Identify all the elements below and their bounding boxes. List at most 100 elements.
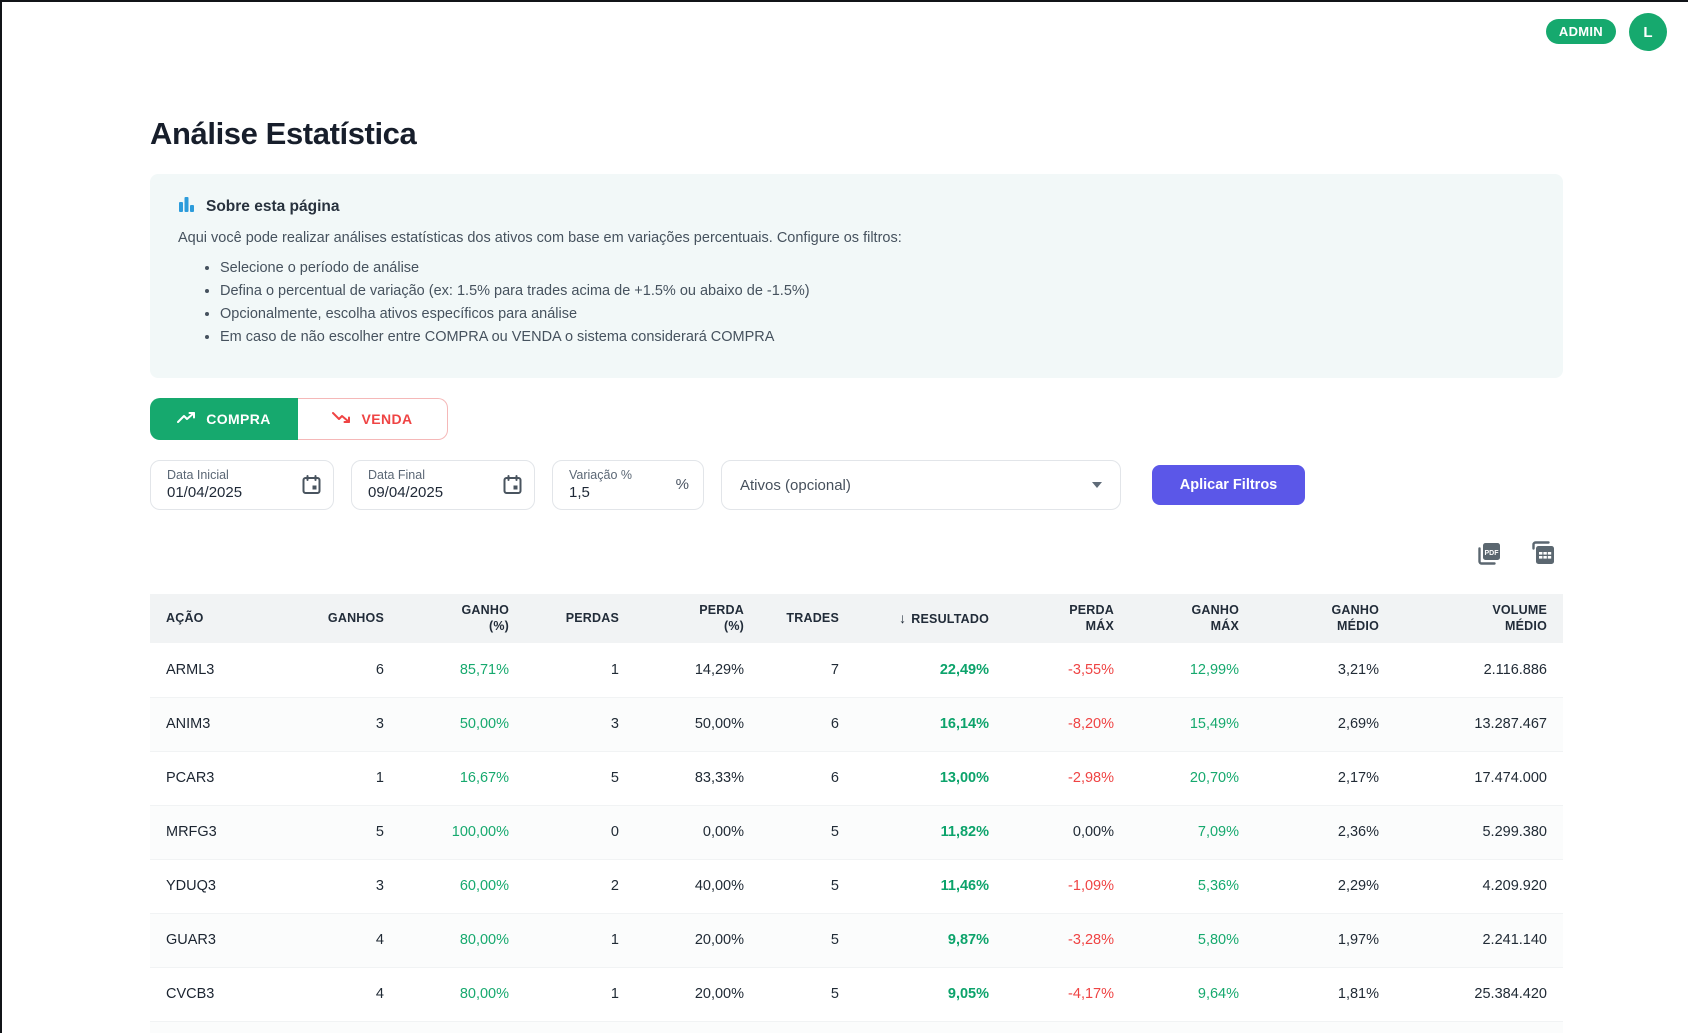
export-spreadsheet-icon (1529, 556, 1557, 571)
cell-acao: GUAR3 (150, 913, 280, 967)
cell-ganho_pct: 80,00% (400, 913, 525, 967)
export-spreadsheet-button[interactable] (1529, 540, 1557, 568)
cell-volume_medio: 25.384.420 (1395, 967, 1563, 1021)
cell-perda_pct: 50,00% (635, 697, 760, 751)
cell-ganho_max: 5,36% (1130, 859, 1255, 913)
cell-acao: RAPT4 (150, 1021, 280, 1033)
column-header-perda_pct[interactable]: PERDA(%) (635, 594, 760, 643)
cell-ganho_medio: 2,36% (1255, 805, 1395, 859)
cell-resultado: 11,82% (855, 805, 1005, 859)
cell-ganho_max: 5,80% (1130, 913, 1255, 967)
cell-perda_max: -2,98% (1005, 751, 1130, 805)
cell-resultado: 22,49% (855, 643, 1005, 697)
cell-ganho_pct: 85,71% (400, 643, 525, 697)
assets-select[interactable]: Ativos (opcional) (721, 460, 1121, 510)
export-toolbar: PDF (150, 540, 1563, 568)
cell-perda_pct: 83,33% (635, 751, 760, 805)
cell-ganho_max: 20,70% (1130, 751, 1255, 805)
trend-down-icon (332, 411, 351, 427)
calendar-icon[interactable] (302, 475, 321, 500)
cell-trades: 5 (760, 1021, 855, 1033)
table-body: ARML3685,71%114,29%722,49%-3,55%12,99%3,… (150, 643, 1563, 1033)
start-date-label: Data Inicial (167, 468, 319, 482)
table-row[interactable]: YDUQ3360,00%240,00%511,46%-1,09%5,36%2,2… (150, 859, 1563, 913)
cell-acao: CVCB3 (150, 967, 280, 1021)
venda-button[interactable]: VENDA (298, 398, 448, 440)
cell-perdas: 1 (525, 967, 635, 1021)
column-header-ganho_medio[interactable]: GANHOMÉDIO (1255, 594, 1395, 643)
table-row[interactable]: CVCB3480,00%120,00%59,05%-4,17%9,64%1,81… (150, 967, 1563, 1021)
cell-volume_medio: 2.241.140 (1395, 913, 1563, 967)
about-bullet: Defina o percentual de variação (ex: 1.5… (220, 283, 1535, 299)
column-header-ganhos[interactable]: GANHOS (280, 594, 400, 643)
percent-suffix: % (676, 476, 689, 493)
column-header-ganho_max[interactable]: GANHOMÁX (1130, 594, 1255, 643)
cell-ganhos: 5 (280, 805, 400, 859)
table-row[interactable]: ARML3685,71%114,29%722,49%-3,55%12,99%3,… (150, 643, 1563, 697)
assets-placeholder: Ativos (opcional) (740, 477, 851, 494)
table-row[interactable]: PCAR3116,67%583,33%613,00%-2,98%20,70%2,… (150, 751, 1563, 805)
column-header-acao[interactable]: AÇÃO (150, 594, 280, 643)
cell-ganho_pct: 80,00% (400, 1021, 525, 1033)
cell-perda_max: -4,17% (1005, 967, 1130, 1021)
table-header-row: AÇÃOGANHOSGANHO(%)PERDASPERDA(%)TRADES↓R… (150, 594, 1563, 643)
side-toggle: COMPRA VENDA (150, 398, 1563, 440)
variation-label: Variação % (569, 468, 689, 482)
cell-ganho_medio: 2,17% (1255, 751, 1395, 805)
cell-trades: 5 (760, 805, 855, 859)
table-row[interactable]: MRFG35100,00%00,00%511,82%0,00%7,09%2,36… (150, 805, 1563, 859)
cell-ganho_max: 7,09% (1130, 805, 1255, 859)
apply-filters-button[interactable]: Aplicar Filtros (1152, 465, 1305, 505)
page-title: Análise Estatística (150, 116, 1563, 152)
cell-volume_medio: 17.474.000 (1395, 751, 1563, 805)
start-date-field[interactable]: Data Inicial 01/04/2025 (150, 460, 334, 510)
end-date-label: Data Final (368, 468, 520, 482)
cell-perda_pct: 20,00% (635, 1021, 760, 1033)
compra-button[interactable]: COMPRA (150, 398, 298, 440)
cell-perda_pct: 0,00% (635, 805, 760, 859)
variation-field[interactable]: Variação % 1,5 % (552, 460, 704, 510)
variation-value: 1,5 (569, 484, 689, 501)
cell-volume_medio: 2.116.886 (1395, 643, 1563, 697)
column-header-volume_medio[interactable]: VOLUMEMÉDIO (1395, 594, 1563, 643)
end-date-field[interactable]: Data Final 09/04/2025 (351, 460, 535, 510)
cell-trades: 6 (760, 751, 855, 805)
table-row[interactable]: ANIM3350,00%350,00%616,14%-8,20%15,49%2,… (150, 697, 1563, 751)
window-border-left (0, 0, 2, 1033)
cell-perda_max: -0,38% (1005, 1021, 1130, 1033)
table-row[interactable]: RAPT4480,00%120,00%58,63%-0,38%4,33%1,73… (150, 1021, 1563, 1033)
cell-ganhos: 4 (280, 913, 400, 967)
about-panel: Sobre esta página Aqui você pode realiza… (150, 174, 1563, 378)
cell-acao: PCAR3 (150, 751, 280, 805)
cell-volume_medio: 13.287.467 (1395, 697, 1563, 751)
about-bullet: Opcionalmente, escolha ativos específico… (220, 306, 1535, 322)
export-pdf-button[interactable]: PDF (1475, 540, 1503, 568)
column-header-perda_max[interactable]: PERDAMÁX (1005, 594, 1130, 643)
calendar-icon[interactable] (503, 475, 522, 500)
cell-ganho_max: 9,64% (1130, 967, 1255, 1021)
cell-ganho_medio: 1,97% (1255, 913, 1395, 967)
column-header-resultado[interactable]: ↓RESULTADO (855, 594, 1005, 643)
cell-ganhos: 4 (280, 1021, 400, 1033)
table-row[interactable]: GUAR3480,00%120,00%59,87%-3,28%5,80%1,97… (150, 913, 1563, 967)
cell-ganho_pct: 50,00% (400, 697, 525, 751)
window-border-top (0, 0, 1688, 2)
sort-descending-arrow: ↓ (899, 610, 906, 626)
column-header-trades[interactable]: TRADES (760, 594, 855, 643)
cell-resultado: 13,00% (855, 751, 1005, 805)
cell-ganho_medio: 3,21% (1255, 643, 1395, 697)
venda-label: VENDA (361, 411, 412, 427)
cell-resultado: 9,05% (855, 967, 1005, 1021)
user-avatar[interactable]: L (1629, 13, 1667, 51)
cell-acao: ARML3 (150, 643, 280, 697)
avatar-initial: L (1643, 24, 1652, 41)
column-header-ganho_pct[interactable]: GANHO(%) (400, 594, 525, 643)
filters-row: Data Inicial 01/04/2025 Data Final 09/04… (150, 460, 1563, 510)
cell-trades: 6 (760, 697, 855, 751)
cell-perdas: 0 (525, 805, 635, 859)
about-intro: Aqui você pode realizar análises estatís… (178, 230, 1535, 246)
cell-perda_pct: 20,00% (635, 967, 760, 1021)
column-header-perdas[interactable]: PERDAS (525, 594, 635, 643)
cell-ganho_max: 4,33% (1130, 1021, 1255, 1033)
end-date-value: 09/04/2025 (368, 484, 520, 501)
